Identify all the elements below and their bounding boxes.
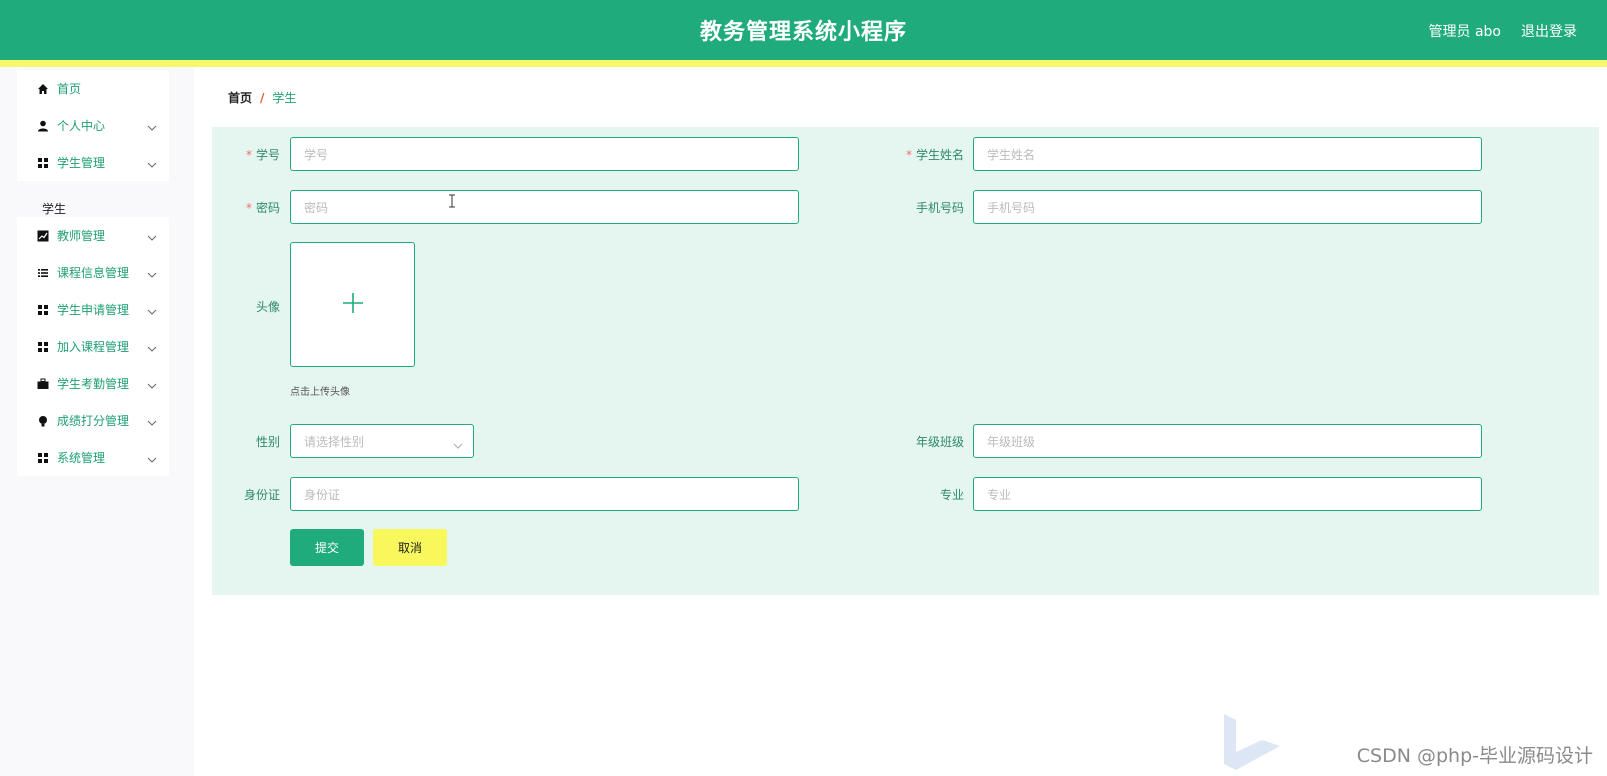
plus-icon: [342, 292, 364, 318]
required-mark: *: [905, 148, 912, 162]
app-title: 教务管理系统小程序: [699, 20, 907, 45]
home-icon: [37, 83, 49, 95]
sidebar-item-profile[interactable]: 个人中心: [17, 107, 169, 144]
sidebar-item-label: 加入课程管理: [57, 340, 130, 354]
avatar-upload[interactable]: [290, 242, 415, 367]
sidebar-item-system[interactable]: 系统管理: [17, 439, 169, 476]
grade-class-label: 年级班级: [915, 435, 964, 449]
sidebar: 首页 个人中心 学生管理 学生 教师管理 课程信息管理 学生申请管理 加入课程管…: [0, 67, 194, 776]
chevron-down-icon: [453, 438, 463, 452]
chevron-down-icon: [147, 304, 157, 318]
sidebar-item-label: 课程信息管理: [57, 266, 130, 280]
top-header: 教务管理系统小程序 管理员 abo 退出登录: [0, 0, 1607, 60]
major-input[interactable]: 专业: [973, 477, 1482, 511]
required-mark: *: [245, 201, 252, 215]
phone-input[interactable]: 手机号码: [973, 190, 1482, 224]
chevron-down-icon: [147, 341, 157, 355]
breadcrumb-separator: /: [260, 91, 265, 105]
sidebar-item-label: 成绩打分管理: [57, 414, 130, 428]
chevron-down-icon: [147, 230, 157, 244]
grid-icon: [37, 157, 49, 169]
gender-select[interactable]: 请选择性别: [290, 424, 474, 458]
sidebar-menu-top: 首页 个人中心 学生管理: [17, 70, 169, 181]
gender-label: 性别: [255, 435, 280, 449]
logout-link[interactable]: 退出登录: [1521, 21, 1577, 41]
avatar-label: 头像: [255, 300, 280, 314]
chevron-down-icon: [147, 378, 157, 392]
sidebar-item-label: 学生考勤管理: [57, 377, 130, 391]
grid-icon: [37, 452, 49, 464]
chevron-down-icon: [147, 452, 157, 466]
grid-icon: [37, 341, 49, 353]
phone-label: 手机号码: [915, 201, 964, 215]
required-mark: *: [245, 148, 252, 162]
text-cursor-icon: [448, 193, 456, 212]
accent-bar: [0, 60, 1607, 67]
sidebar-item-grading[interactable]: 成绩打分管理: [17, 402, 169, 439]
breadcrumb: 首页 / 学生: [228, 89, 296, 106]
student-id-label: * 学号: [245, 148, 280, 162]
student-name-input[interactable]: 学生姓名: [973, 137, 1482, 171]
chevron-down-icon: [147, 120, 157, 134]
watermark-text: CSDN @php-毕业源码设计: [1356, 745, 1593, 767]
list-icon: [37, 267, 49, 279]
chevron-down-icon: [147, 157, 157, 171]
current-user-label: 管理员 abo: [1428, 24, 1501, 40]
briefcase-icon: [37, 378, 49, 390]
password-label: * 密码: [245, 201, 280, 215]
sidebar-item-label: 教师管理: [57, 229, 106, 243]
student-name-label: * 学生姓名: [905, 148, 964, 162]
sidebar-menu-bottom: 教师管理 课程信息管理 学生申请管理 加入课程管理 学生考勤管理 成绩打分管理 …: [17, 217, 169, 476]
grade-class-input[interactable]: 年级班级: [973, 424, 1482, 458]
major-label: 专业: [939, 488, 964, 502]
password-input[interactable]: 密码: [290, 190, 799, 224]
sidebar-item-student-apply[interactable]: 学生申请管理: [17, 291, 169, 328]
sidebar-item-attendance[interactable]: 学生考勤管理: [17, 365, 169, 402]
chevron-down-icon: [147, 267, 157, 281]
sidebar-item-label: 学生申请管理: [57, 303, 130, 317]
user-icon: [37, 120, 49, 132]
sidebar-item-label: 个人中心: [57, 119, 106, 133]
watermark-logo-icon: [1222, 712, 1282, 774]
gender-select-placeholder: 请选择性别: [304, 434, 365, 449]
student-id-input[interactable]: 学号: [290, 137, 799, 171]
sidebar-item-home[interactable]: 首页: [17, 70, 169, 107]
chevron-down-icon: [147, 415, 157, 429]
sidebar-item-join-course[interactable]: 加入课程管理: [17, 328, 169, 365]
grid-icon: [37, 304, 49, 316]
breadcrumb-home[interactable]: 首页: [228, 91, 252, 105]
sidebar-item-course-info[interactable]: 课程信息管理: [17, 254, 169, 291]
sidebar-item-label: 系统管理: [57, 451, 106, 465]
bulb-icon: [37, 415, 49, 427]
id-card-label: 身份证: [243, 488, 280, 502]
chart-icon: [37, 230, 49, 242]
sidebar-item-label: 首页: [57, 82, 82, 96]
cancel-button[interactable]: 取消: [373, 529, 447, 566]
avatar-upload-tip: 点击上传头像: [290, 387, 350, 398]
breadcrumb-current: 学生: [272, 91, 297, 105]
id-card-input[interactable]: 身份证: [290, 477, 799, 511]
sidebar-item-student-mgmt[interactable]: 学生管理: [17, 144, 169, 181]
sidebar-item-teacher-mgmt[interactable]: 教师管理: [17, 217, 169, 254]
sidebar-item-label: 学生管理: [57, 156, 106, 170]
submit-button[interactable]: 提交: [290, 529, 364, 566]
